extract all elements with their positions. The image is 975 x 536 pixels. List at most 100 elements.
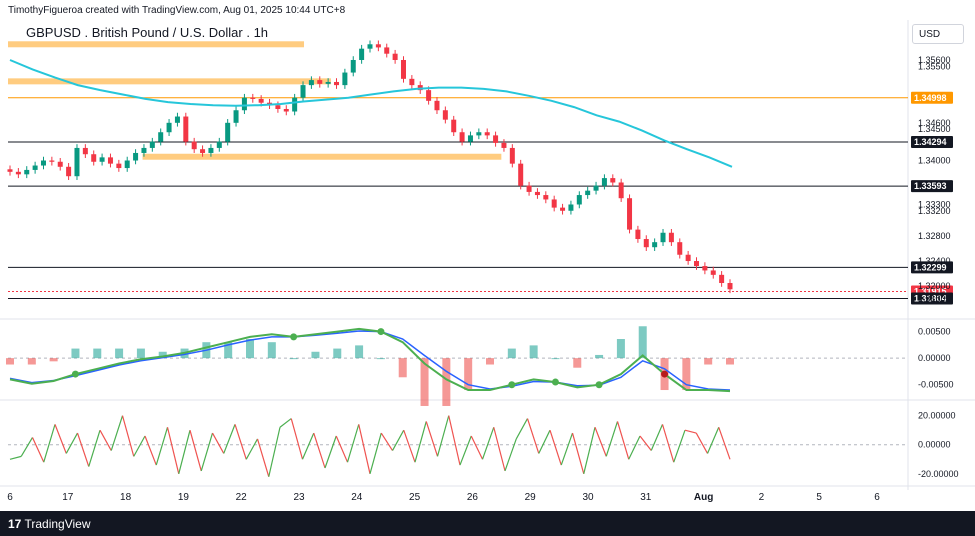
macd-cross-marker [661,370,669,378]
price-tick-label: 1.34500 [918,124,951,134]
macd-histogram-bar [638,326,647,359]
candle-body [141,147,147,153]
candle-body [24,169,30,175]
osc-segment [538,429,551,454]
osc-segment [279,418,292,428]
osc-segment [20,437,34,457]
price-tick-label: 1.33200 [918,206,951,216]
candle-body [15,171,21,175]
osc-tick-label: -20.00000 [918,469,959,479]
chart-frame: TimothyFigueroa created with TradingView… [0,0,975,536]
candle-body [7,169,13,172]
candle-body [241,97,247,111]
osc-segment [144,435,157,466]
osc-segment [313,432,326,469]
candle-body [283,108,289,112]
osc-segment [133,435,146,457]
price-level-label: 1.34998 [914,93,947,103]
candle-body [484,132,490,136]
candle-body [359,48,365,60]
footer-bar: 17 TradingView [0,511,975,536]
candle-body [384,47,390,54]
time-tick-label: 2 [759,492,765,503]
osc-tick-label: 20.00000 [918,411,956,421]
candle-body [635,229,641,240]
osc-segment [695,432,709,454]
candle-body [300,85,306,98]
osc-segment [358,424,371,474]
osc-segment [234,424,247,460]
osc-segment [414,421,427,463]
time-tick-label: Aug [694,492,713,503]
time-tick-label: 18 [120,492,132,503]
osc-segment [290,418,304,460]
candle-body [367,44,373,49]
candle-body [392,53,398,60]
osc-segment [200,432,214,472]
osc-segment [673,429,686,463]
moving-average-line [9,59,733,168]
macd-histogram-bar [289,358,298,360]
candle-body [585,190,591,196]
macd-histogram-bar [507,348,516,359]
candle-body [250,97,256,99]
candle-body [91,154,97,162]
macd-tick-label: 0.00000 [918,353,951,363]
candle-body [158,132,164,142]
candle-body [107,157,113,164]
osc-segment [549,429,562,466]
candle-body [660,232,666,243]
price-tick-label: 1.32000 [918,281,951,291]
macd-tick-label: 0.00500 [918,327,951,337]
candle-body [426,90,432,101]
time-tick-label: 29 [525,492,537,503]
macd-histogram-bar [71,348,80,359]
macd-layer: 0.00500 0.00000 -0.00500 [6,326,954,406]
macd-cross-marker [290,333,298,341]
osc-segment [706,427,720,454]
osc-segment [211,432,225,454]
chart-canvas[interactable]: 1.349981.342941.335931.322991.319151.318… [0,0,975,511]
osc-segment [335,435,349,463]
osc-segment [661,424,675,463]
macd-histogram-bar [49,358,58,362]
osc-segment [583,427,596,474]
supply-demand-zone [8,78,331,85]
tradingview-logo[interactable]: 17 TradingView [8,517,91,531]
candle-body [668,232,674,243]
osc-segment [324,435,337,469]
levels-layer: 1.349981.342941.335931.322991.319151.318… [8,91,953,305]
osc-segment [504,438,517,472]
macd-histogram-bar [551,358,560,360]
candle-body [149,141,155,148]
osc-segment [65,432,79,454]
candle-body [601,178,607,186]
time-tick-label: 25 [409,492,421,503]
time-tick-label: 22 [236,492,248,503]
osc-segment [88,430,101,467]
macd-histogram-bar [442,358,451,406]
osc-segment [684,429,697,434]
candle-body [685,254,691,262]
osc-segment [76,432,90,467]
osc-segment [605,421,619,457]
time-tick-label: 23 [293,492,305,503]
osc-segment [571,432,585,474]
time-tick-label: 19 [178,492,190,503]
macd-cross-marker [551,378,559,386]
osc-segment [155,427,169,466]
time-tick-label: 17 [62,492,74,503]
osc-segment [223,424,236,454]
candle-body [49,160,55,162]
osc-segment [628,435,641,460]
candle-body [74,147,80,177]
macd-histogram-bar [311,351,320,359]
osc-segment [391,429,405,451]
moving-average-layer [9,59,733,168]
candle-body [216,141,222,148]
macd-histogram-bar [246,339,254,359]
osc-segment [178,430,191,474]
price-level-label: 1.34294 [914,137,947,147]
osc-segment [526,418,540,454]
osc-segment [436,415,450,457]
